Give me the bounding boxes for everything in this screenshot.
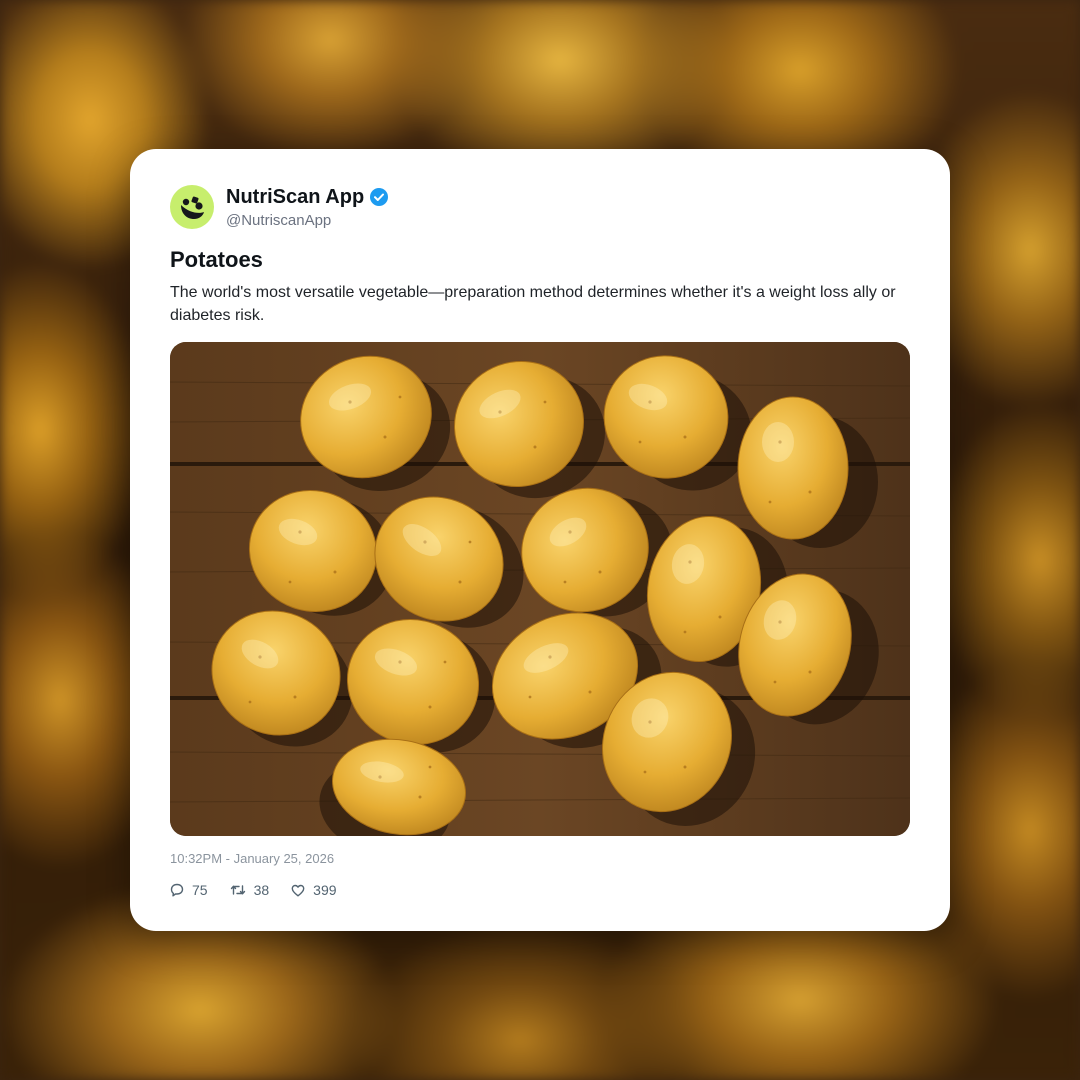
author-names: NutriScan App @NutriscanApp — [226, 186, 389, 229]
display-name[interactable]: NutriScan App — [226, 186, 364, 209]
retweet-button[interactable]: 38 — [230, 882, 270, 898]
reply-icon — [170, 883, 184, 897]
engagement-stats: 75 38 399 — [170, 882, 359, 898]
post-timestamp: 10:32PM - January 25, 2026 — [170, 851, 335, 866]
author-handle[interactable]: @NutriscanApp — [226, 212, 388, 229]
post-title: Potatoes — [170, 247, 263, 272]
reply-button[interactable]: 75 — [170, 882, 208, 898]
heart-icon — [291, 884, 305, 896]
retweet-icon — [230, 885, 245, 895]
nutriscan-logo-icon — [181, 196, 204, 219]
potatoes-photo[interactable] — [170, 342, 910, 836]
post-body: The world's most versatile vegetable—pre… — [170, 284, 896, 324]
verified-badge-icon — [370, 188, 389, 206]
post-card: NutriScan App @NutriscanApp Potatoes The… — [130, 149, 950, 931]
avatar[interactable] — [170, 185, 214, 229]
post-header: NutriScan App @NutriscanApp — [170, 185, 389, 229]
like-count: 399 — [313, 882, 337, 898]
retweet-count: 38 — [253, 882, 270, 898]
like-button[interactable]: 399 — [291, 882, 337, 898]
reply-count: 75 — [192, 882, 208, 898]
